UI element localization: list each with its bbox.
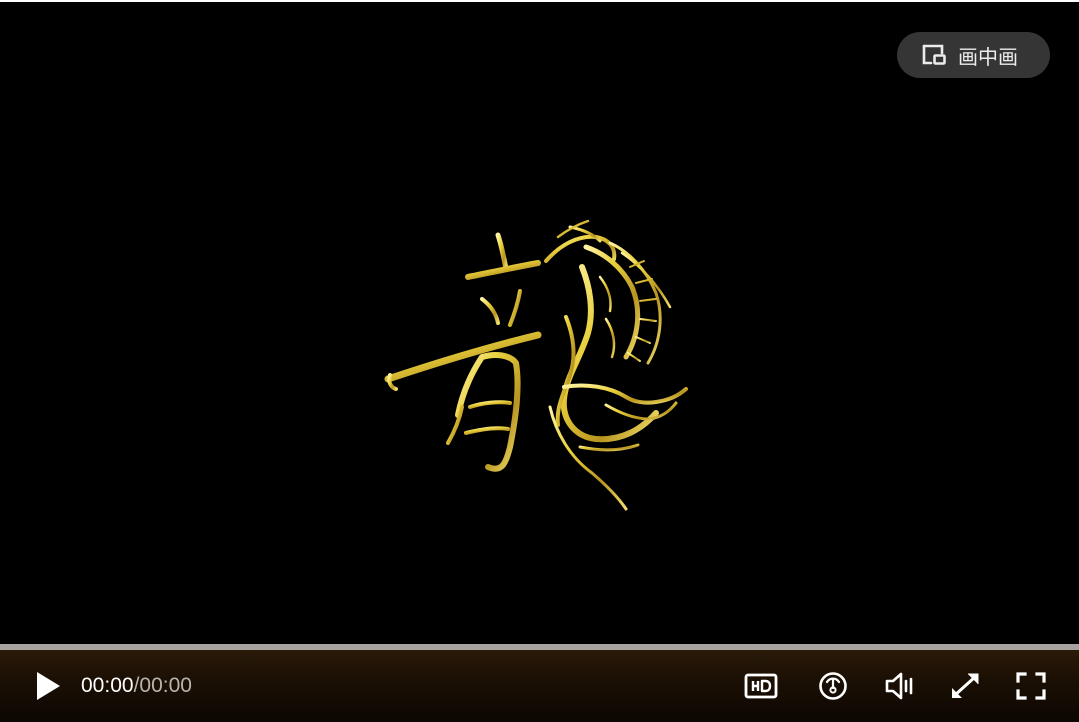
time-total: 00:00: [139, 674, 192, 697]
video-player[interactable]: 画中画 00:00/00:00: [0, 2, 1079, 722]
playback-speed-button[interactable]: [816, 669, 850, 703]
dragon-calligraphy-logo: [384, 219, 688, 511]
time-display: 00:00/00:00: [81, 674, 192, 698]
quality-button[interactable]: [743, 671, 779, 701]
picture-in-picture-icon: [921, 43, 947, 67]
volume-icon: [885, 672, 913, 700]
expand-diagonal-icon: [952, 673, 979, 698]
fullscreen-button[interactable]: [1013, 669, 1049, 703]
hd-quality-icon: [744, 673, 778, 699]
picture-in-picture-button[interactable]: 画中画: [897, 32, 1050, 78]
web-fullscreen-button[interactable]: [947, 669, 983, 703]
play-button[interactable]: [30, 668, 66, 704]
time-current: 00:00: [81, 674, 134, 697]
play-icon: [37, 672, 60, 700]
picture-in-picture-label: 画中画: [958, 44, 1018, 69]
video-frame[interactable]: 画中画: [0, 2, 1079, 644]
fullscreen-icon: [1016, 672, 1046, 700]
playback-speed-icon: [819, 672, 847, 700]
volume-button[interactable]: [882, 669, 918, 703]
control-bar: 00:00/00:00: [0, 650, 1079, 722]
